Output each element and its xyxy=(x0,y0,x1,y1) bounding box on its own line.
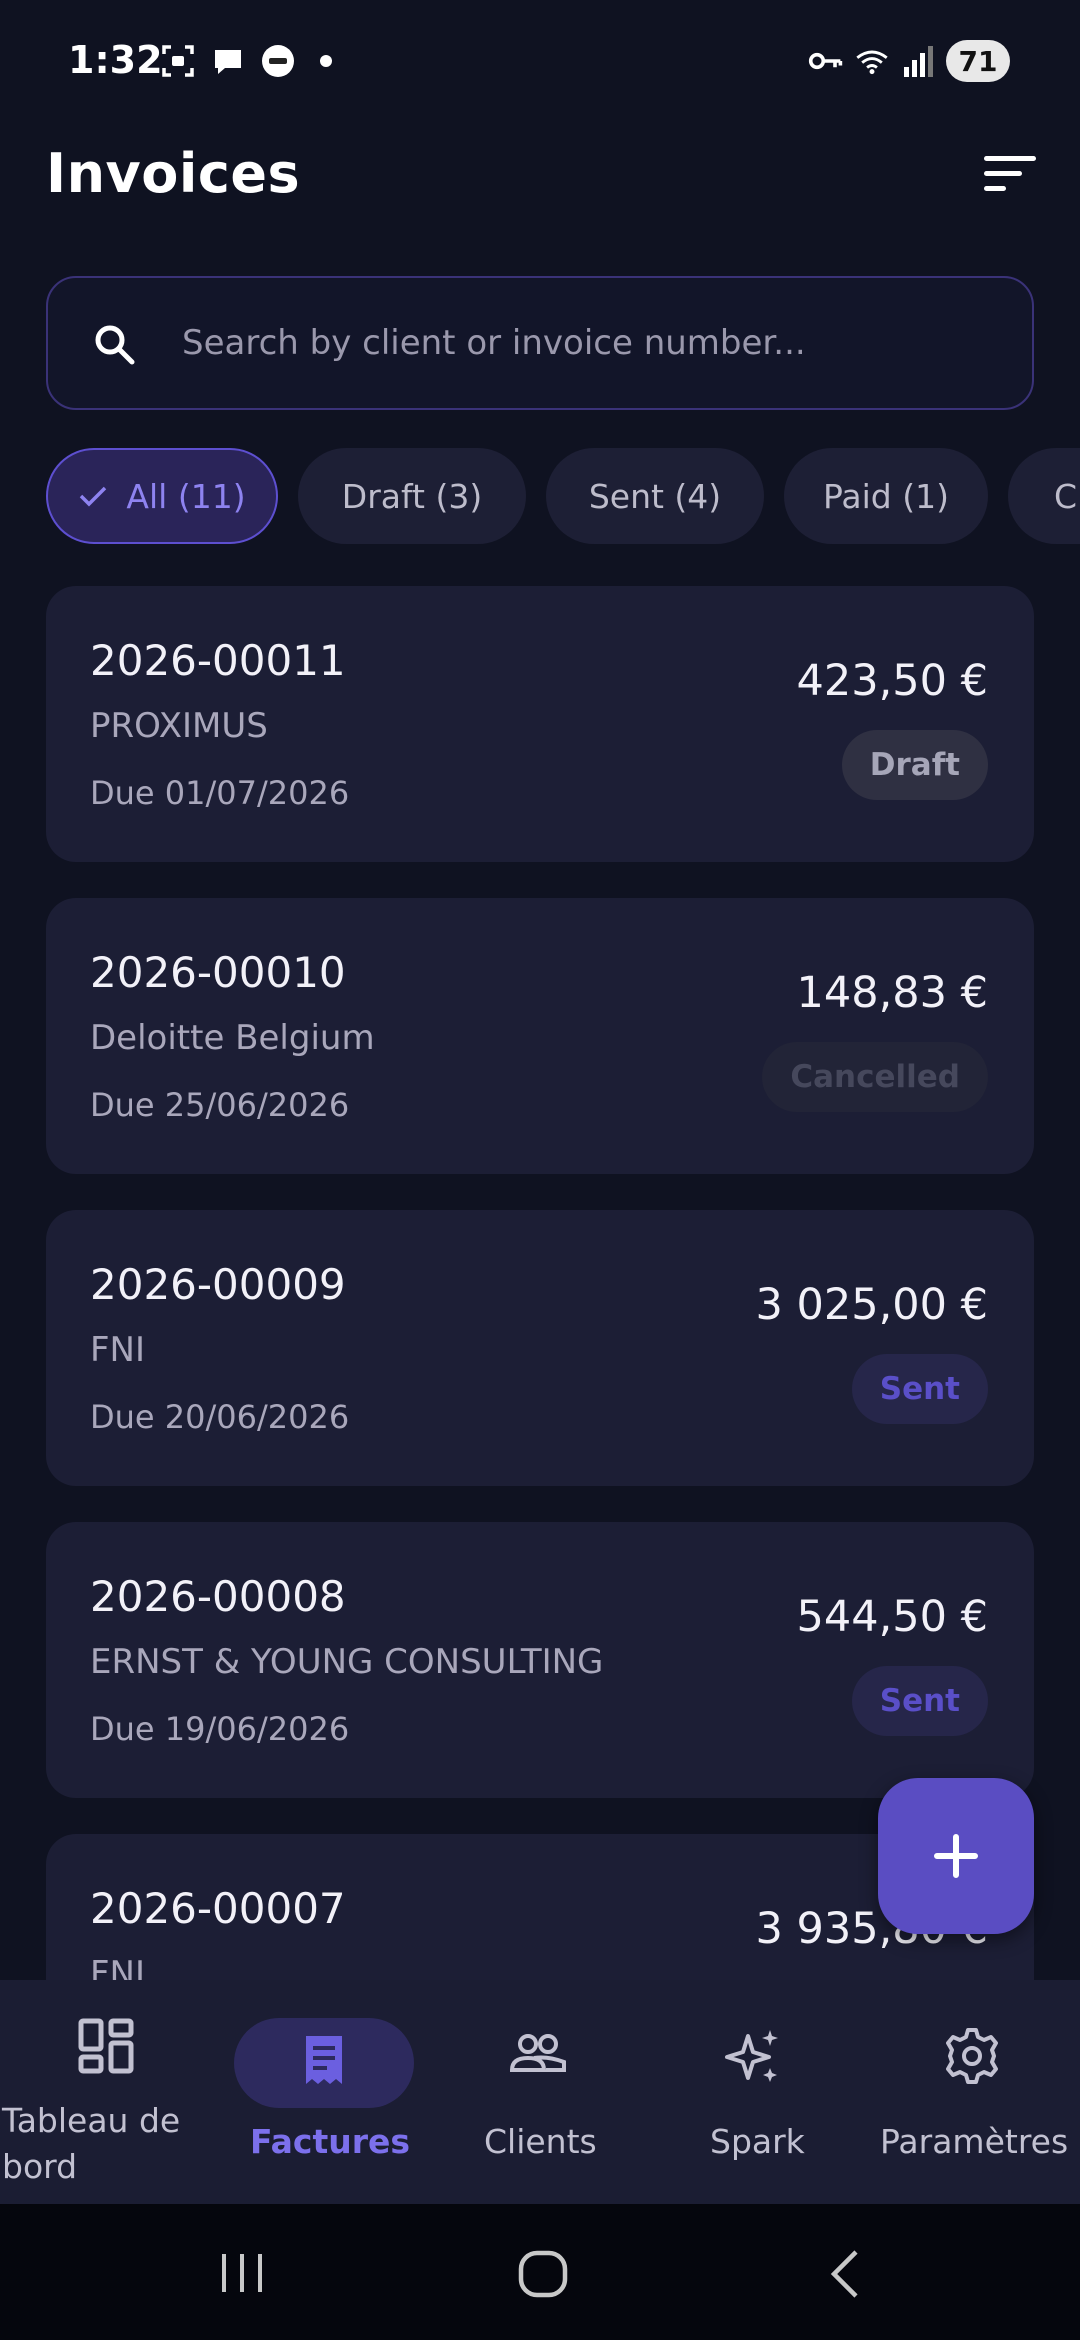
filter-chip-label: Paid (1) xyxy=(823,476,949,516)
vpn-key-icon xyxy=(808,44,844,78)
invoice-card[interactable]: 2026-00011 PROXIMUS Due 01/07/2026 423,5… xyxy=(46,586,1034,862)
invoice-number: 2026-00007 xyxy=(90,1884,346,1933)
status-badge: Cancelled xyxy=(762,1042,988,1112)
invoice-due-date: Due 25/06/2026 xyxy=(90,1086,350,1124)
invoice-number: 2026-00010 xyxy=(90,948,346,997)
invoice-card[interactable]: 2026-00010 Deloitte Belgium Due 25/06/20… xyxy=(46,898,1034,1174)
nav-label: Factures xyxy=(250,2122,411,2161)
nav-label: Clients xyxy=(484,2122,597,2161)
status-time: 1:32 xyxy=(68,38,163,82)
wifi-icon xyxy=(854,44,890,78)
filter-chip-paid[interactable]: Paid (1) xyxy=(784,448,988,544)
invoice-amount: 148,83 € xyxy=(796,968,988,1018)
nav-label: Tableau de bord xyxy=(2,2101,181,2186)
bottom-nav: Tableau de bord Factures Clients Spark P… xyxy=(0,1980,1080,2204)
signal-icon xyxy=(900,44,936,78)
search-icon xyxy=(95,325,135,365)
search-box[interactable] xyxy=(46,276,1034,410)
plus-icon xyxy=(934,1834,978,1878)
add-invoice-button[interactable] xyxy=(878,1778,1034,1934)
nav-item-dashboard[interactable]: Tableau de bord xyxy=(0,1980,200,2204)
invoice-number: 2026-00008 xyxy=(90,1572,346,1621)
status-badge: Draft xyxy=(841,730,988,800)
invoice-client: ERNST & YOUNG CONSULTING xyxy=(90,1642,604,1682)
invoice-client: FNI xyxy=(90,1330,146,1370)
invoice-number: 2026-00011 xyxy=(90,636,346,685)
check-icon xyxy=(78,484,108,508)
nav-label: Paramètres xyxy=(880,2122,1069,2161)
filter-chip-label: Sent (4) xyxy=(588,476,722,516)
status-badge: Sent xyxy=(851,1354,988,1424)
filter-chip-label: Draft (3) xyxy=(341,476,483,516)
status-bar: 1:32 71 xyxy=(0,0,1080,120)
nav-item-spark[interactable]: Spark xyxy=(680,1980,830,2204)
people-icon xyxy=(509,2034,566,2072)
filter-chip-draft[interactable]: Draft (3) xyxy=(298,448,526,544)
filter-chip-all[interactable]: All (11) xyxy=(46,448,278,544)
nav-label: Spark xyxy=(710,2122,805,2161)
dashboard-icon xyxy=(78,2018,134,2074)
search-input[interactable] xyxy=(182,278,1002,408)
nav-item-clients[interactable]: Clients xyxy=(450,1980,630,2204)
invoice-due-date: Due 20/06/2026 xyxy=(90,1398,350,1436)
invoice-number: 2026-00009 xyxy=(90,1260,346,1309)
page-title: Invoices xyxy=(46,142,301,205)
invoice-amount: 423,50 € xyxy=(796,656,988,706)
filter-chips: All (11) Draft (3) Sent (4) Paid (1) C xyxy=(46,448,1080,544)
invoice-list: 2026-00011 PROXIMUS Due 01/07/2026 423,5… xyxy=(46,586,1034,1980)
chat-icon xyxy=(210,44,246,78)
invoices-screen: 1:32 71 Invoices Search by client or inv… xyxy=(0,0,1080,2340)
sort-icon xyxy=(984,156,1036,191)
home-icon[interactable] xyxy=(516,2248,572,2300)
sort-button[interactable] xyxy=(978,148,1042,200)
invoice-card[interactable]: 2026-00008 ERNST & YOUNG CONSULTING Due … xyxy=(46,1522,1034,1798)
recent-apps-icon[interactable] xyxy=(218,2250,266,2296)
invoice-client: Deloitte Belgium xyxy=(90,1018,375,1058)
receipt-icon xyxy=(306,2036,342,2084)
nav-item-invoices[interactable]: Factures xyxy=(216,1980,432,2204)
invoice-client: PROXIMUS xyxy=(90,706,268,746)
sparkle-icon xyxy=(725,2030,778,2082)
gear-icon xyxy=(946,2028,998,2084)
invoice-client: FNI xyxy=(90,1954,146,1980)
filter-chip-more[interactable]: C xyxy=(1008,448,1080,544)
screenshot-icon xyxy=(160,44,196,78)
news-app-icon xyxy=(260,44,296,78)
invoice-amount: 3 025,00 € xyxy=(755,1280,988,1330)
battery-indicator: 71 xyxy=(946,40,1010,82)
filter-chip-label: C xyxy=(1054,476,1078,516)
invoice-card[interactable]: 2026-00009 FNI Due 20/06/2026 3 025,00 €… xyxy=(46,1210,1034,1486)
system-icons: 71 xyxy=(808,40,1010,82)
more-notifications-dot xyxy=(320,55,332,67)
status-badge: Sent xyxy=(851,1666,988,1736)
nav-item-settings[interactable]: Paramètres xyxy=(870,1980,1080,2204)
system-nav-bar xyxy=(0,2204,1080,2340)
back-icon[interactable] xyxy=(826,2248,866,2300)
invoice-amount: 544,50 € xyxy=(796,1592,988,1642)
invoice-due-date: Due 19/06/2026 xyxy=(90,1710,350,1748)
filter-chip-label: All (11) xyxy=(126,476,246,516)
filter-chip-sent[interactable]: Sent (4) xyxy=(546,448,764,544)
invoice-due-date: Due 01/07/2026 xyxy=(90,774,350,812)
notification-icons xyxy=(160,44,332,78)
